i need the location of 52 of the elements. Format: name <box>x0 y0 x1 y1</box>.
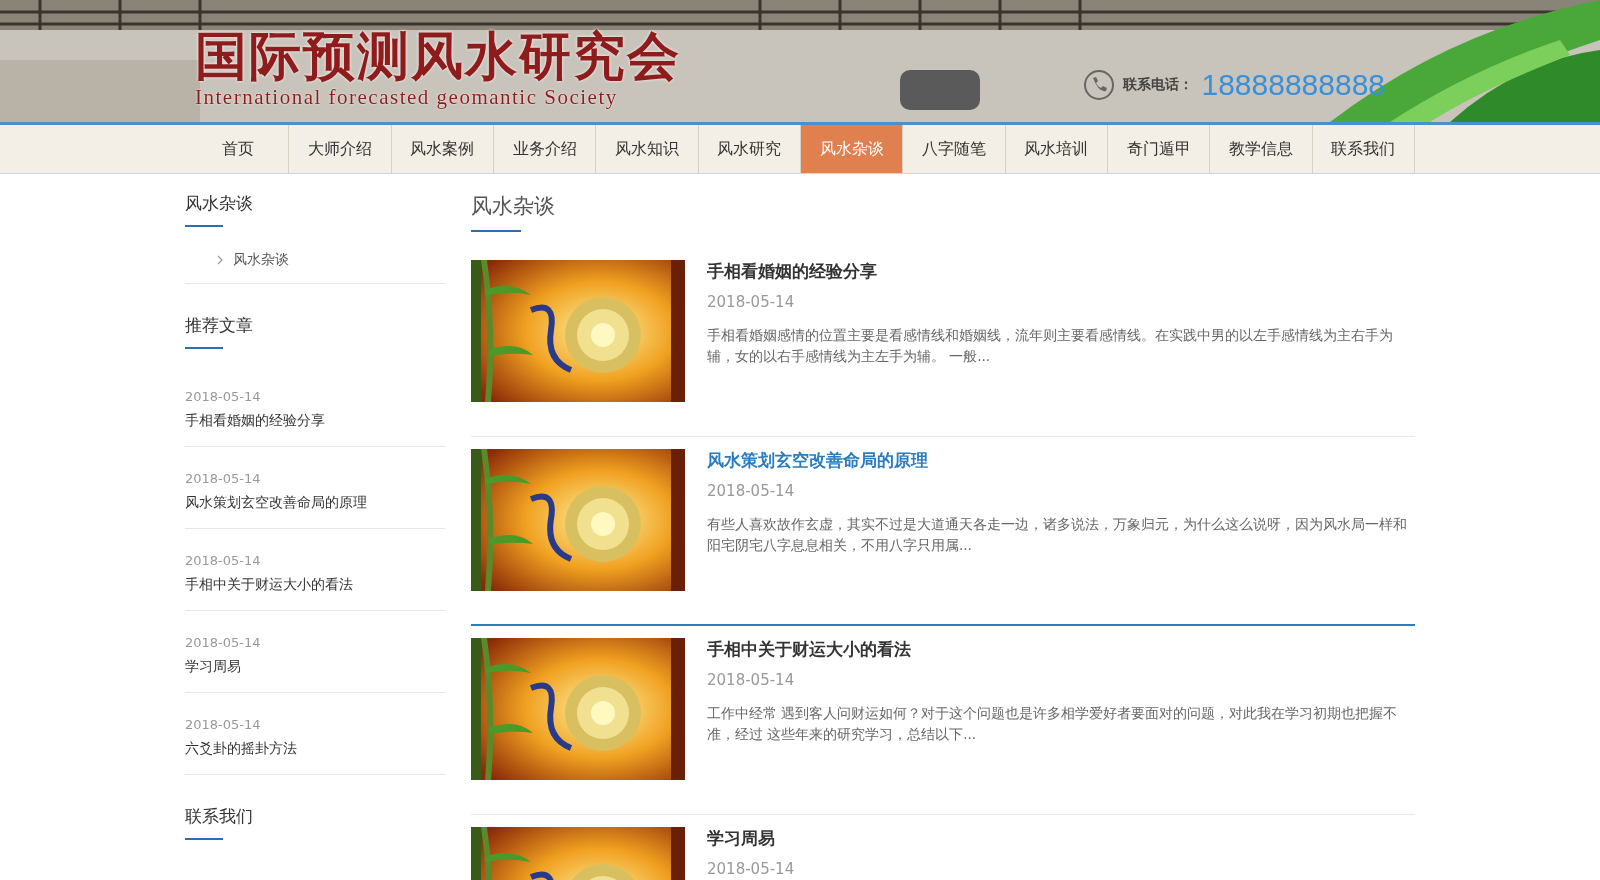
page-heading: 风水杂谈 <box>470 193 556 220</box>
sidebar-heading: 联系我们 <box>185 805 254 828</box>
nav-item[interactable]: 奇门遁甲 <box>1107 125 1211 173</box>
article-summary: 手相看婚姻感情的位置主要是看感情线和婚姻线，流年则主要看感情线。在实践中男的以左手感情线为主右手为辅，女的以右手感情线为主左手为辅。 一般... <box>707 326 1394 366</box>
phone-number: 18888888888 <box>1201 68 1385 102</box>
nav-item[interactable]: 风水知识 <box>596 125 699 173</box>
article-card[interactable]: 手相中关于财运大小的看法 2018-05-14 工作中经常 遇到客人问财运如何？对于这个问题也是许多相学爱好者要面对的问题，对此我在学习初期也把握不准，经过 这些年来的研究学习，总结以下... <box>471 626 1415 815</box>
article-summary: 有些人喜欢故作玄虚，其实不过是大道通天各走一边，诸多说法，万象归元，为什么这么说呀，因为风水局一样和阳宅阴宅八字息息相关，不用八字只用属... <box>707 515 1408 555</box>
chevron-icon <box>217 255 223 265</box>
nav-item[interactable]: 风水案例 <box>391 125 494 173</box>
article-date: 2018-05-14 <box>185 717 262 732</box>
article-link[interactable]: 手相中关于财运大小的看法 <box>185 576 445 594</box>
article-card[interactable]: 手相看婚姻的经验分享 2018-05-14 手相看婚姻感情的位置主要是看感情线和婚姻线，流年则主要看感情线。在实践中男的以左手感情线为主右手为辅，女的以右手感情线为主左手为辅。 一般... <box>471 248 1415 437</box>
article-date: 2018-05-14 <box>707 860 796 878</box>
article-title[interactable]: 风水策划玄空改善命局的原理 <box>707 449 1415 472</box>
site-logo-title[interactable]: 国际预测风水研究会 <box>195 27 681 85</box>
nav-item[interactable]: 八字随笔 <box>903 125 1006 173</box>
heading-underline <box>185 225 223 227</box>
heading-underline <box>185 347 223 349</box>
phone-label: 联系电话： <box>1123 76 1194 94</box>
heading-underline <box>185 838 223 840</box>
category-link[interactable]: 风水杂谈 <box>217 251 445 269</box>
nav-item[interactable]: 风水培训 <box>1005 125 1108 173</box>
article-link[interactable]: 学习周易 <box>185 658 445 676</box>
article-date: 2018-05-14 <box>185 553 262 568</box>
article-link[interactable]: 手相看婚姻的经验分享 <box>185 412 445 430</box>
article-title[interactable]: 手相中关于财运大小的看法 <box>707 638 1415 661</box>
nav-item[interactable]: 联系我们 <box>1312 125 1415 173</box>
article-card[interactable]: 风水策划玄空改善命局的原理 2018-05-14 有些人喜欢故作玄虚，其实不过是大道通天各走一边，诸多说法，万象归元，为什么这么说呀，因为风水局一样和阳宅阴宅八字息息相关，不用八字只用属... <box>471 437 1415 626</box>
article-link[interactable]: 风水策划玄空改善命局的原理 <box>185 494 445 512</box>
nav-item[interactable]: 风水研究 <box>698 125 801 173</box>
article-link[interactable]: 六爻卦的摇卦方法 <box>185 740 445 758</box>
phone-icon <box>1083 69 1116 101</box>
nav-item[interactable]: 教学信息 <box>1210 125 1313 173</box>
article-date: 2018-05-14 <box>707 482 796 500</box>
article-date: 2018-05-14 <box>707 671 796 689</box>
nav-item[interactable]: 业务介绍 <box>494 125 597 173</box>
article-card[interactable]: 学习周易 2018-05-14 <box>471 815 1415 880</box>
nav-item[interactable]: 首页 <box>187 125 290 173</box>
article-date: 2018-05-14 <box>707 293 796 311</box>
sidebar-heading: 风水杂谈 <box>185 192 254 215</box>
site-logo-subtitle: International forecasted geomantic Society <box>195 85 619 110</box>
article-summary: 工作中经常 遇到客人问财运如何？对于这个问题也是许多相学爱好者要面对的问题，对此我在学习初期也把握不准，经过 这些年来的研究学习，总结以下... <box>707 704 1399 744</box>
article-title[interactable]: 学习周易 <box>707 827 1415 850</box>
sidebar-heading: 推荐文章 <box>185 314 254 337</box>
article-date: 2018-05-14 <box>185 635 262 650</box>
nav-item[interactable]: 大师介绍 <box>289 125 392 173</box>
heading-underline <box>471 230 521 232</box>
category-label: 风水杂谈 <box>233 251 289 269</box>
article-date: 2018-05-14 <box>185 389 262 404</box>
article-date: 2018-05-14 <box>185 471 262 486</box>
article-title[interactable]: 手相看婚姻的经验分享 <box>707 260 1415 283</box>
